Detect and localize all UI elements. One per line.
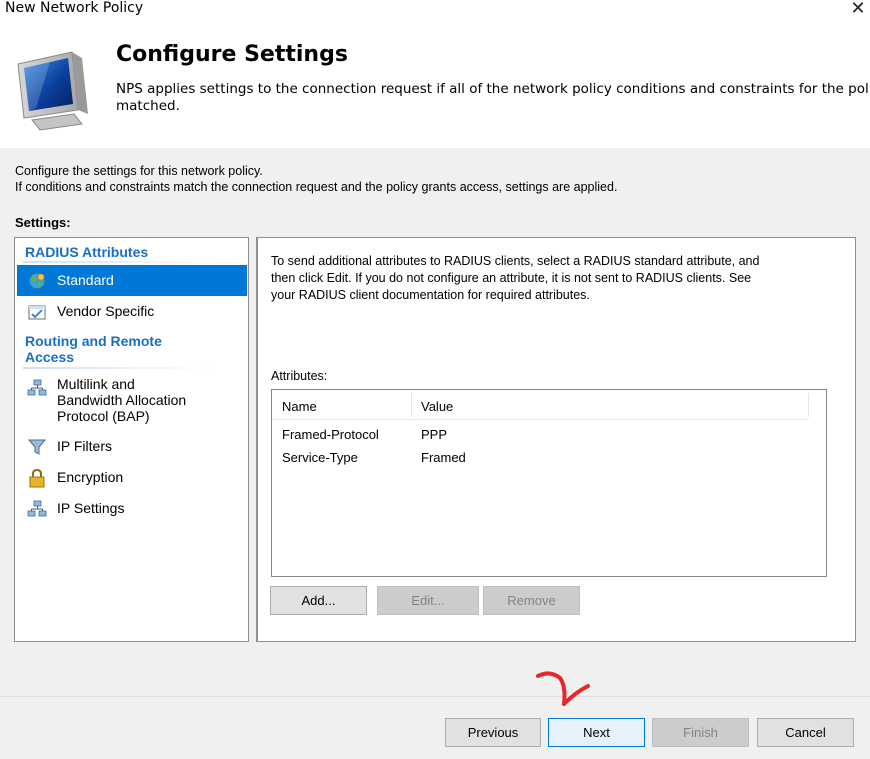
table-row[interactable]: Service-Type Framed <box>272 447 808 469</box>
attribute-value: Framed <box>421 450 466 465</box>
page-description-line: NPS applies settings to the connection r… <box>116 81 870 97</box>
column-divider[interactable] <box>808 393 809 417</box>
sidebar-item-label: IP Settings <box>57 500 125 516</box>
column-header-name[interactable]: Name <box>282 399 317 414</box>
category-routing-remote-access: Routing and Remote Access <box>25 333 162 365</box>
attributes-label: Attributes: <box>271 369 328 383</box>
content-description-line: your RADIUS client documentation for req… <box>271 288 590 302</box>
sidebar-item-label: IP Filters <box>57 438 112 454</box>
page-title: Configure Settings <box>116 42 348 67</box>
filter-icon <box>27 439 47 455</box>
remove-button[interactable]: Remove <box>483 586 580 615</box>
checklist-icon <box>28 305 46 320</box>
content-description-line: To send additional attributes to RADIUS … <box>271 254 760 268</box>
category-divider <box>23 261 213 263</box>
sidebar-item-label-line: Multilink and <box>57 376 135 392</box>
annotation-arrow-icon <box>536 671 590 706</box>
network-icon <box>27 500 47 517</box>
previous-button[interactable]: Previous <box>445 718 541 747</box>
finish-button[interactable]: Finish <box>652 718 749 747</box>
attribute-name: Framed-Protocol <box>282 427 379 442</box>
attribute-name: Service-Type <box>282 450 358 465</box>
wizard-header: Configure Settings NPS applies settings … <box>0 22 870 148</box>
sidebar-item-label: Encryption <box>57 469 124 485</box>
edit-button[interactable]: Edit... <box>377 586 479 615</box>
wizard-body: Configure the settings for this network … <box>0 148 870 696</box>
sidebar-item-label: Multilink and Bandwidth Allocation Proto… <box>57 376 186 424</box>
category-label-line: Access <box>25 349 75 365</box>
window-title: New Network Policy <box>5 0 144 16</box>
page-description-line: matched. <box>116 98 180 114</box>
intro-text: Configure the settings for this network … <box>15 163 617 195</box>
sidebar-item-label: Vendor Specific <box>57 303 155 319</box>
sidebar-item-ip-filters[interactable]: IP Filters <box>17 431 247 462</box>
category-label-line: Routing and Remote <box>25 333 162 349</box>
sidebar-item-standard[interactable]: Standard <box>17 265 247 296</box>
title-bar: New Network Policy ✕ <box>0 0 870 22</box>
settings-label: Settings: <box>15 215 71 230</box>
monitor-icon <box>17 51 88 131</box>
attributes-header: Name Value <box>272 390 809 420</box>
wizard-footer: Previous Next Finish Cancel <box>0 696 870 759</box>
column-divider[interactable] <box>411 393 412 417</box>
intro-line: If conditions and constraints match the … <box>15 180 618 194</box>
network-icon <box>27 379 47 396</box>
table-row[interactable]: Framed-Protocol PPP <box>272 424 808 446</box>
category-radius-attributes: RADIUS Attributes <box>25 244 149 260</box>
next-button[interactable]: Next <box>548 718 645 747</box>
attribute-value: PPP <box>421 427 448 442</box>
intro-line: Configure the settings for this network … <box>15 164 263 178</box>
category-divider <box>23 367 213 369</box>
sidebar-item-label: Standard <box>57 272 114 288</box>
column-header-value[interactable]: Value <box>421 399 453 414</box>
lock-icon <box>29 468 45 488</box>
attributes-list[interactable]: Name Value Framed-Protocol PPP Service-T… <box>271 389 827 577</box>
content-description: To send additional attributes to RADIUS … <box>271 253 831 304</box>
sidebar-item-multilink-bap[interactable]: Multilink and Bandwidth Allocation Proto… <box>17 373 247 429</box>
globe-icon <box>28 272 46 290</box>
close-icon[interactable]: ✕ <box>848 0 868 19</box>
content-description-line: then click Edit. If you do not configure… <box>271 271 752 285</box>
sidebar-item-vendor-specific[interactable]: Vendor Specific <box>17 296 247 327</box>
add-button[interactable]: Add... <box>270 586 367 615</box>
sidebar-item-encryption[interactable]: Encryption <box>17 462 247 493</box>
cancel-button[interactable]: Cancel <box>757 718 854 747</box>
page-description: NPS applies settings to the connection r… <box>116 81 870 115</box>
settings-content: To send additional attributes to RADIUS … <box>256 237 856 642</box>
sidebar-item-ip-settings[interactable]: IP Settings <box>17 493 247 524</box>
sidebar-item-label-line: Bandwidth Allocation <box>57 392 187 408</box>
settings-nav: RADIUS Attributes Standard Vendor Specif… <box>14 237 249 642</box>
sidebar-item-label-line: Protocol (BAP) <box>57 408 150 424</box>
